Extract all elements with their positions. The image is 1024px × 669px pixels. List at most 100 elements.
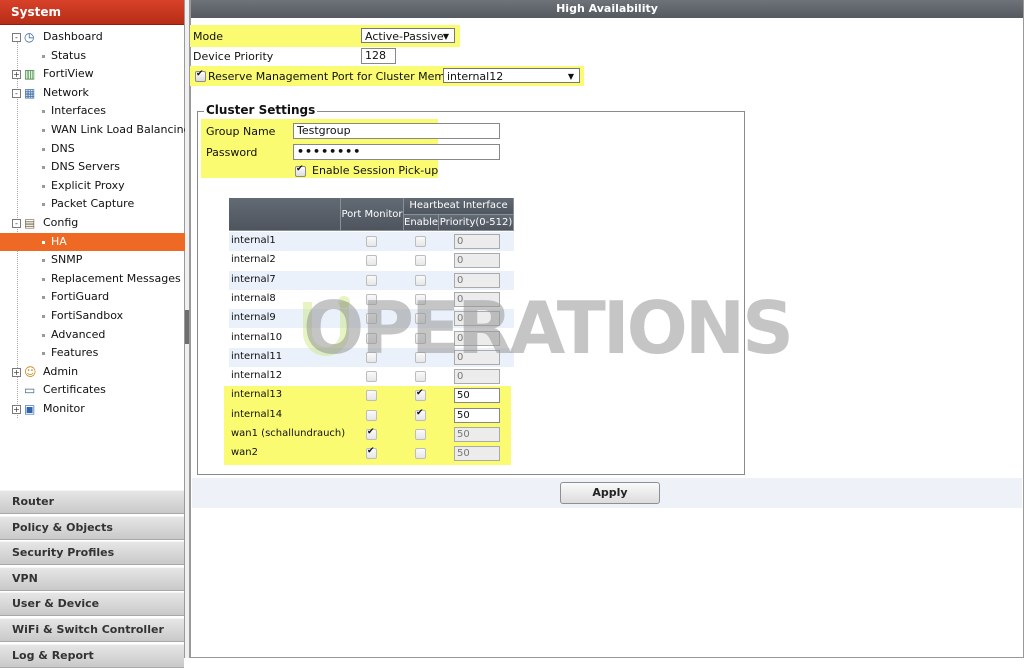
- tree-item-label: Config: [43, 215, 79, 229]
- priority-input[interactable]: 0: [454, 369, 500, 385]
- nav-section-vpn[interactable]: VPN: [0, 566, 184, 591]
- splitter-handle[interactable]: [185, 310, 189, 344]
- tree-item-label: FortiSandbox: [51, 308, 124, 322]
- priority-input[interactable]: 0: [454, 311, 500, 327]
- priority-input[interactable]: 0: [454, 253, 500, 269]
- tree-item-config[interactable]: - ▤ Config: [0, 214, 185, 233]
- port-monitor-checkbox[interactable]: [366, 351, 377, 363]
- chevron-down-icon: ▼: [567, 72, 574, 81]
- nav-section-security-profiles[interactable]: Security Profiles: [0, 541, 184, 566]
- port-monitor-checkbox[interactable]: [366, 446, 377, 460]
- priority-input[interactable]: 50: [454, 388, 500, 404]
- tree-item-label: HA: [51, 234, 67, 248]
- expand-icon[interactable]: +: [12, 367, 21, 377]
- tree-item-features[interactable]: Features: [0, 344, 185, 363]
- tree-item-label: Features: [51, 346, 99, 360]
- priority-input[interactable]: 0: [454, 291, 500, 307]
- tree-item-snmp[interactable]: SNMP: [0, 251, 185, 270]
- tree-item-fortisandbox[interactable]: FortiSandbox: [0, 307, 185, 326]
- bullet-icon: [42, 128, 45, 132]
- heartbeat-enable-checkbox[interactable]: [415, 313, 426, 325]
- row-interface-name: wan1 (schallundrauch): [231, 428, 346, 439]
- config-icon: ▤: [24, 215, 36, 230]
- priority-input[interactable]: 128: [361, 48, 396, 64]
- collapse-icon[interactable]: -: [12, 33, 21, 42]
- heartbeat-enable-checkbox[interactable]: [415, 388, 426, 402]
- session-pickup-label: Enable Session Pick-up: [312, 164, 439, 177]
- tree-item-monitor[interactable]: + ▣ Monitor: [0, 400, 185, 419]
- priority-input[interactable]: 0: [454, 234, 500, 249]
- tree-item-dashboard[interactable]: - ◷ Dashboard: [0, 28, 185, 47]
- tree-item-replacement-messages[interactable]: Replacement Messages: [0, 270, 185, 289]
- priority-input[interactable]: 50: [454, 446, 500, 462]
- port-monitor-checkbox[interactable]: [366, 390, 377, 402]
- priority-input[interactable]: 50: [454, 407, 500, 423]
- apply-button[interactable]: Apply: [560, 482, 660, 504]
- port-monitor-checkbox[interactable]: [366, 332, 377, 344]
- tree-item-dns[interactable]: DNS: [0, 140, 185, 159]
- tree-item-label: Admin: [43, 364, 79, 378]
- tree-item-advanced[interactable]: Advanced: [0, 326, 185, 345]
- tree-item-label: Replacement Messages: [51, 271, 181, 285]
- tree-item-label: Packet Capture: [51, 197, 135, 211]
- priority-input[interactable]: 0: [454, 330, 500, 346]
- heartbeat-enable-checkbox[interactable]: [415, 408, 426, 421]
- reserve-port-value: internal12: [447, 70, 504, 83]
- tree-item-ha[interactable]: HA: [0, 232, 185, 252]
- tree-item-packet-capture[interactable]: Packet Capture: [0, 195, 185, 214]
- heartbeat-enable-checkbox[interactable]: [415, 351, 426, 363]
- expand-icon[interactable]: +: [12, 70, 21, 80]
- group-name-input[interactable]: Testgroup: [293, 123, 500, 139]
- heartbeat-enable-checkbox[interactable]: [415, 236, 426, 247]
- nav-section-user-device[interactable]: User & Device: [0, 592, 184, 617]
- heartbeat-enable-checkbox[interactable]: [415, 371, 426, 383]
- heartbeat-enable-checkbox[interactable]: [415, 293, 426, 305]
- tree-item-certificates[interactable]: ▭ Certificates: [0, 381, 185, 400]
- heartbeat-enable-checkbox[interactable]: [415, 448, 426, 460]
- dashboard-icon: ◷: [24, 30, 35, 44]
- port-monitor-checkbox[interactable]: [366, 293, 377, 305]
- port-monitor-checkbox[interactable]: [366, 313, 377, 325]
- reserve-port-select[interactable]: internal12 ▼: [443, 68, 580, 83]
- tree-item-wan-link-load-balancing[interactable]: WAN Link Load Balancing: [0, 121, 191, 140]
- reserve-label: Reserve Management Port for Cluster Memb…: [208, 70, 464, 83]
- collapse-icon[interactable]: -: [12, 218, 21, 228]
- tree-item-label: Explicit Proxy: [51, 178, 125, 192]
- heartbeat-enable-checkbox[interactable]: [415, 274, 426, 286]
- port-monitor-checkbox[interactable]: [366, 427, 377, 440]
- tree-item-fortiview[interactable]: + ▥ FortiView: [0, 65, 185, 84]
- row-interface-name: internal11: [231, 350, 283, 362]
- tree-item-status[interactable]: Status: [0, 47, 185, 66]
- heartbeat-enable-checkbox[interactable]: [415, 255, 426, 267]
- port-monitor-checkbox[interactable]: [366, 274, 377, 286]
- row-interface-name: internal9: [231, 312, 276, 324]
- port-monitor-checkbox[interactable]: [366, 236, 377, 247]
- mode-select[interactable]: Active-Passive ▼: [361, 28, 455, 43]
- system-section-header[interactable]: System: [0, 0, 184, 25]
- session-pickup-checkbox[interactable]: [295, 164, 306, 177]
- nav-section-log-report[interactable]: Log & Report: [0, 643, 184, 668]
- priority-input[interactable]: 0: [454, 272, 500, 288]
- tree-item-dns-servers[interactable]: DNS Servers: [0, 158, 185, 177]
- heartbeat-enable-checkbox[interactable]: [415, 332, 426, 344]
- nav-section-router[interactable]: Router: [0, 490, 184, 514]
- tree-item-admin[interactable]: + ☺ Admin: [0, 363, 185, 382]
- heartbeat-enable-checkbox[interactable]: [415, 429, 426, 440]
- priority-input[interactable]: 0: [454, 349, 500, 365]
- password-input[interactable]: ••••••••: [293, 144, 500, 160]
- port-monitor-checkbox[interactable]: [366, 409, 377, 421]
- nav-section-wifi-switch-controller[interactable]: WiFi & Switch Controller: [0, 617, 184, 642]
- tree-item-interfaces[interactable]: Interfaces: [0, 102, 185, 121]
- tree-item-explicit-proxy[interactable]: Explicit Proxy: [0, 177, 185, 196]
- collapse-icon[interactable]: -: [12, 88, 21, 98]
- priority-input[interactable]: 50: [454, 427, 500, 442]
- port-monitor-checkbox[interactable]: [366, 371, 377, 383]
- bullet-icon: [42, 277, 45, 281]
- port-monitor-checkbox[interactable]: [366, 255, 377, 267]
- nav-section-policy-objects[interactable]: Policy & Objects: [0, 515, 184, 540]
- reserve-checkbox[interactable]: [195, 69, 206, 82]
- expand-icon[interactable]: +: [12, 404, 21, 414]
- tree-item-fortiguard[interactable]: FortiGuard: [0, 288, 185, 307]
- tree-item-network[interactable]: - ▦ Network: [0, 84, 185, 103]
- bullet-icon: [42, 184, 45, 188]
